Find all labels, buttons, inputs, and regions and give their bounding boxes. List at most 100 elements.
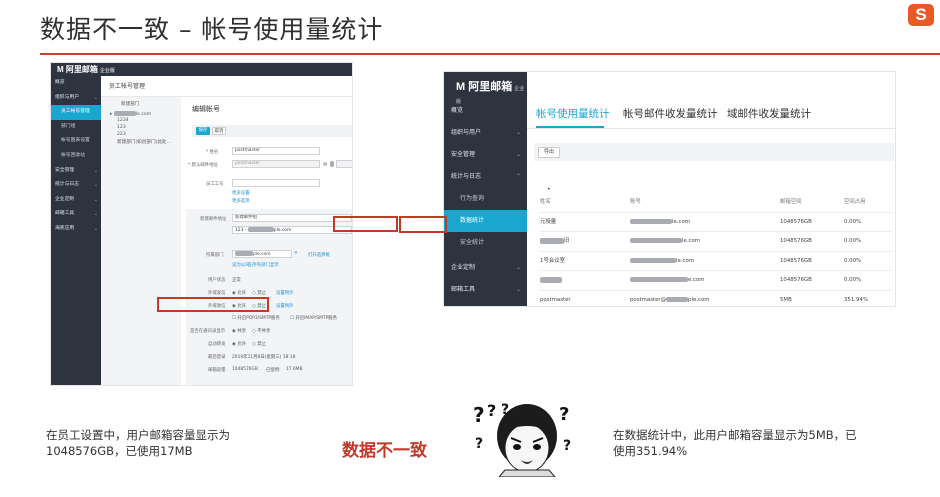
- sidebar-item[interactable]: 数据统计: [444, 210, 527, 232]
- sidebar: M 阿里邮箱 企业版 概览 组织与用户 ⌄ 安全管理 ⌄ 统计与日志 ⌃ 行为查询 数据统计 安全统…: [444, 72, 527, 306]
- tree-item[interactable]: 223: [117, 132, 126, 137]
- send-deny-radio[interactable]: ○ 禁止: [252, 290, 266, 296]
- share-yes-radio[interactable]: ◉ 共享: [232, 328, 246, 334]
- forward-allow-radio[interactable]: ◉ 允许: [232, 341, 246, 347]
- pop3-checkbox[interactable]: ☐ 开启POP3/SMTP服务: [232, 315, 280, 321]
- save-button[interactable]: 保存: [196, 127, 210, 135]
- sidebar-item[interactable]: 部门组: [51, 120, 101, 135]
- redacted-text: [630, 238, 682, 243]
- sidebar-item[interactable]: 邮箱工具 ⌄: [444, 279, 527, 301]
- share-contacts-label: 是否在通讯录显示: [190, 329, 226, 334]
- chevron-icon: ⌃: [515, 173, 521, 180]
- sidebar-item[interactable]: 帐号图表设置: [51, 134, 101, 149]
- svg-text:?: ?: [475, 436, 483, 452]
- edit-account-form: 编辑帐号 保存 取消 * 姓名 postmaster * 默认邮件地址 post…: [186, 97, 352, 385]
- chevron-icon: ⌄: [515, 151, 521, 158]
- more-settings-link[interactable]: 更多设置: [232, 190, 250, 196]
- sidebar-item[interactable]: 组织与用户 ⌄: [51, 91, 101, 106]
- redacted-text: [247, 227, 274, 232]
- tree-item[interactable]: 123: [117, 125, 126, 130]
- sidebar-item[interactable]: 统计与日志 ⌃: [444, 166, 527, 188]
- domain-select[interactable]: [336, 160, 352, 168]
- open-selector-link[interactable]: 打开选择框: [308, 252, 330, 258]
- cell-usage: 351.94%: [844, 296, 868, 303]
- imap-checkbox[interactable]: ☐ 开启IMAP/SMTP服务: [290, 315, 337, 321]
- sidebar-item[interactable]: 统计与日志 ⌄: [51, 178, 101, 193]
- sidebar-item[interactable]: 企业定制 ⌄: [51, 193, 101, 208]
- name-input[interactable]: postmaster: [232, 147, 320, 155]
- cell-space: 1048576GB: [780, 238, 812, 244]
- send-exception-link[interactable]: 设置例外: [276, 290, 294, 296]
- tab-account-usage[interactable]: 帐号使用量统计: [536, 106, 610, 121]
- email-input[interactable]: postmaster: [232, 160, 320, 168]
- cell-account: e.com: [630, 271, 705, 291]
- send-allow-radio[interactable]: ◉ 允许: [232, 290, 246, 296]
- sidebar-item-label: 行为查询: [460, 195, 485, 202]
- sidebar-item[interactable]: 行为查询: [444, 188, 527, 210]
- sidebar-item[interactable]: 帐号回收站: [51, 149, 101, 164]
- data-statistics-screenshot: M 阿里邮箱 企业版 概览 组织与用户 ⌄ 安全管理 ⌄ 统计与日志 ⌃ 行为查询 数据统计 安全统…: [443, 71, 896, 307]
- sidebar-item[interactable]: 安全管理 ⌄: [51, 164, 101, 179]
- table-row[interactable]: 1号会议室 le.com 1048576GB 0.00%: [540, 252, 892, 271]
- cell-name: [540, 271, 562, 291]
- tree-header[interactable]: 新建部门: [121, 101, 139, 107]
- cell-name: 旧: [540, 232, 569, 252]
- at-sign: @: [323, 162, 328, 167]
- sidebar-item[interactable]: 概览: [51, 76, 101, 91]
- show-all-departments-link[interactable]: 在所有部门显示: [248, 262, 279, 268]
- last-login-label: 最后登录: [208, 355, 226, 360]
- share-no-radio[interactable]: ○ 不共享: [252, 328, 270, 334]
- sidebar-item[interactable]: 概览: [444, 100, 527, 122]
- usage-table: 姓名 账号 邮箱空间 空间占用 元授量 le.com 1048576GB 0.0…: [540, 193, 892, 307]
- table-row[interactable]: 旧 le.com 1048576GB 0.00%: [540, 232, 892, 252]
- set-company-link[interactable]: 设为公司: [232, 262, 250, 268]
- cancel-button[interactable]: 取消: [212, 127, 226, 135]
- chevron-icon: ⌄: [515, 264, 521, 271]
- confused-face-illustration: ? ? ? ? ? ?: [471, 400, 579, 477]
- chevron-icon: ⌄: [515, 286, 521, 293]
- chevron-icon: ⌄: [93, 182, 98, 189]
- quota-label: 邮箱容量: [208, 368, 226, 373]
- table-row[interactable]: 元授量 le.com 1048576GB 0.00%: [540, 213, 892, 233]
- forward-deny-radio[interactable]: ○ 禁止: [252, 341, 266, 347]
- cell-space: 1048576GB: [780, 257, 812, 264]
- sidebar-item[interactable]: 员工帐号管理: [51, 105, 101, 120]
- employee-no-input[interactable]: [232, 179, 320, 187]
- sidebar-item[interactable]: 企业定制 ⌄: [444, 257, 527, 279]
- cell-space: 1048576GB: [780, 218, 812, 225]
- name-label: * 姓名: [206, 150, 219, 155]
- svg-text:?: ?: [563, 438, 571, 454]
- last-login-value: 2019年11月8日(星期三) 18:18: [232, 355, 296, 360]
- sidebar-item-label: 安全统计: [460, 239, 485, 246]
- sidebar-item[interactable]: 安全管理 ⌄: [444, 144, 527, 166]
- breadcrumb: 员工帐号管理: [109, 83, 146, 90]
- tab-account-mail-volume[interactable]: 帐号邮件收发量统计: [623, 106, 718, 121]
- sidebar-item-label: 组织与用户: [55, 94, 79, 100]
- sidebar-item-label: 邮箱工具: [55, 211, 75, 217]
- tab-domain-mail-volume[interactable]: 域邮件收发量统计: [727, 106, 811, 121]
- quota-value: 1048576GB: [232, 367, 258, 372]
- sidebar-item[interactable]: 安全统计: [444, 232, 527, 254]
- sidebar-item[interactable]: 组织与用户 ⌄: [444, 122, 527, 144]
- tree-item[interactable]: 1234: [117, 118, 129, 123]
- table-row[interactable]: e.com 1048576GB 0.00%: [540, 271, 892, 291]
- brand-logo: S: [908, 4, 934, 26]
- export-button[interactable]: 导出: [538, 147, 560, 158]
- bullet: •: [547, 186, 551, 193]
- clear-icon[interactable]: ✕: [294, 251, 298, 256]
- tree-root[interactable]: ▸ le.com: [110, 111, 151, 117]
- cell-name: 1号会议室: [540, 257, 565, 264]
- status-label: 用户状态: [208, 278, 226, 283]
- department-input[interactable]: ple.com: [232, 250, 292, 258]
- storage-highlight-box: [333, 216, 398, 232]
- tree-item[interactable]: 新建部门(如创部门)此处...: [117, 139, 171, 145]
- sidebar-item[interactable]: 海底应用 ⌄: [51, 222, 101, 237]
- table-row[interactable]: postmaster postmaster@ ple.com 5MB 351.94…: [540, 291, 892, 307]
- receive-exception-link[interactable]: 设置例外: [276, 303, 294, 309]
- cell-name: postmaster: [540, 296, 571, 303]
- sidebar-item[interactable]: 邮箱工具 ⌄: [51, 207, 101, 222]
- redacted-text: [540, 237, 564, 244]
- svg-text:?: ?: [559, 404, 569, 425]
- cell-account: le.com: [630, 213, 690, 233]
- more-options-link[interactable]: 更多选项: [232, 198, 250, 204]
